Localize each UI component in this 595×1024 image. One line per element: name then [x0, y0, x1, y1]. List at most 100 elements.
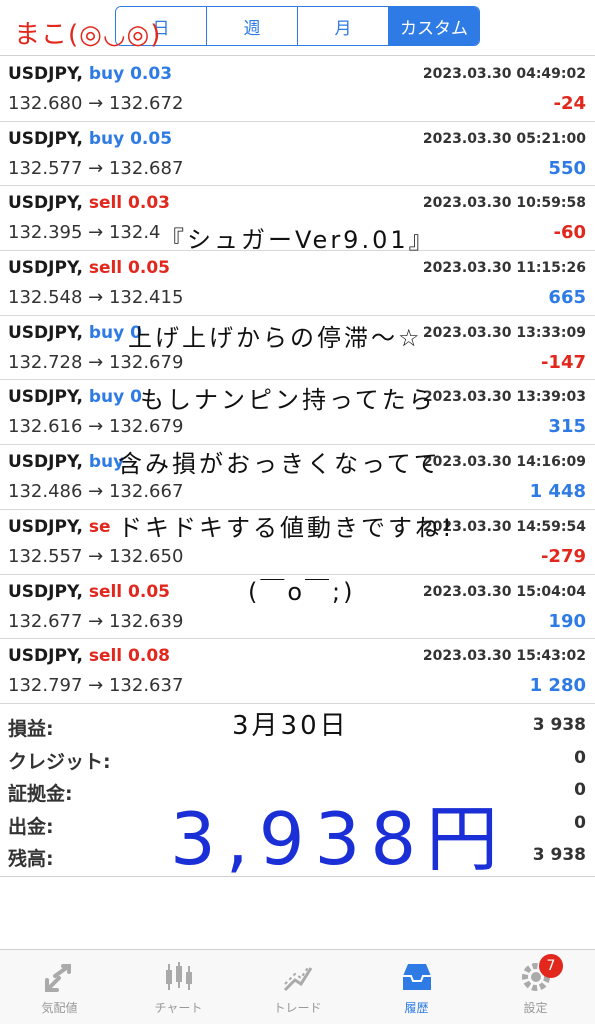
- history-icon: [402, 964, 431, 990]
- trade-row[interactable]: USDJPY, buy 0.03 2023.03.30 04:49:02 132.6…: [0, 57, 595, 122]
- tab-settings[interactable]: 設定 7: [476, 950, 595, 1024]
- summary-label: 残高:: [8, 848, 54, 870]
- trade-prices: 132.395 → 132.4: [8, 222, 161, 244]
- trade-symbol: USDJPY, sell 0.03: [8, 193, 170, 213]
- trade-time: 2023.03.30 11:15:26: [422, 260, 586, 277]
- handwritten-author: まこ(◎◡◎): [14, 20, 162, 50]
- summary-label: クレジット:: [8, 750, 111, 773]
- trade-profit: 1 280: [529, 675, 586, 697]
- handwritten-date: 3月30日: [232, 711, 349, 741]
- trade-side-lot: buy 0: [88, 387, 142, 408]
- trade-profit: 1 448: [529, 481, 586, 503]
- trade-time: 2023.03.30 05:21:00: [422, 130, 586, 147]
- trade-prices: 132.677 → 132.639: [8, 610, 184, 632]
- trade-time: 2023.03.30 14:16:09: [422, 454, 586, 471]
- trade-icon: [283, 965, 312, 992]
- symbol-name: USDJPY,: [8, 258, 83, 279]
- symbol-name: USDJPY,: [8, 64, 83, 84]
- trade-side-lot: buy 0.05: [88, 128, 173, 149]
- trade-symbol: USDJPY, sell 0.05: [8, 258, 170, 278]
- trade-time: 2023.03.30 10:59:58: [422, 195, 586, 212]
- trade-prices: 132.616 → 132.679: [8, 416, 184, 438]
- trade-profit: -279: [540, 545, 586, 567]
- symbol-name: USDJPY,: [8, 646, 83, 667]
- symbol-name: USDJPY,: [8, 452, 83, 473]
- segment-custom[interactable]: カスタム: [389, 7, 479, 45]
- notification-badge: 7: [539, 954, 563, 978]
- trade-symbol: USDJPY, buy 0: [8, 387, 142, 407]
- trade-side-lot: sell 0.05: [88, 581, 170, 602]
- tab-quotes[interactable]: 気配値: [0, 950, 119, 1024]
- summary-row: クレジット: 0: [0, 743, 595, 776]
- summary-value: 3 938: [532, 715, 586, 735]
- trade-symbol: USDJPY, buy 0.05: [8, 129, 172, 149]
- segment-week[interactable]: 週: [207, 7, 298, 45]
- trade-profit: 190: [548, 610, 586, 632]
- trade-side-lot: buy 0.03: [88, 64, 173, 84]
- symbol-name: USDJPY,: [8, 581, 83, 602]
- trade-side-lot: sell 0.03: [88, 193, 170, 214]
- tab-label: 履歴: [404, 1001, 429, 1015]
- summary-value: 0: [574, 747, 586, 768]
- trade-symbol: USDJPY, sell 0.08: [8, 646, 170, 666]
- divider: [0, 55, 595, 56]
- tab-label: トレード: [273, 1001, 322, 1015]
- trade-time: 2023.03.30 15:43:02: [422, 648, 586, 665]
- trade-symbol: USDJPY, buy 0: [8, 323, 142, 343]
- trade-row[interactable]: USDJPY, buy 0.05 2023.03.30 05:21:00 132.5…: [0, 122, 595, 187]
- handwritten-line-5: (￣o￣;): [248, 578, 356, 606]
- period-segmented-control: 日 週 月 カスタム: [115, 6, 480, 46]
- trade-profit: -147: [540, 351, 586, 373]
- tab-label: 気配値: [41, 1001, 78, 1015]
- chart-icon: [165, 962, 192, 990]
- handwritten-total: 3,938円: [170, 797, 509, 881]
- trade-symbol: USDJPY, se: [8, 517, 110, 537]
- handwritten-line-1: 上げ上げからの停滞〜☆: [128, 324, 423, 352]
- bottom-tab-bar: 気配値 チャート トレード 履歴 設定 7: [0, 949, 595, 1024]
- trade-symbol: USDJPY, sell 0.05: [8, 582, 170, 602]
- trade-side-lot: sell 0.05: [88, 258, 170, 279]
- trade-prices: 132.548 → 132.415: [8, 287, 184, 309]
- trade-profit: -24: [553, 93, 586, 114]
- tab-chart[interactable]: チャート: [119, 950, 238, 1024]
- handwritten-line-3: 含み損がおっきくなってて: [118, 450, 441, 478]
- trade-prices: 132.557 → 132.650: [8, 545, 184, 567]
- trade-side-lot: se: [88, 516, 111, 537]
- trade-row[interactable]: USDJPY, sell 0.05 2023.03.30 11:15:26 132.…: [0, 251, 595, 316]
- quotes-icon: [44, 964, 71, 992]
- handwritten-line-4: ドキドキする値動きですね!: [118, 514, 455, 542]
- trade-side-lot: sell 0.08: [88, 646, 170, 667]
- trade-prices: 132.797 → 132.637: [8, 675, 184, 697]
- trade-time: 2023.03.30 04:49:02: [422, 66, 586, 82]
- symbol-name: USDJPY,: [8, 322, 83, 343]
- trade-prices: 132.577 → 132.687: [8, 157, 184, 179]
- summary-label: 証拠金:: [8, 783, 73, 805]
- summary-label: 出金:: [8, 815, 54, 838]
- trade-time: 2023.03.30 13:39:03: [422, 389, 586, 406]
- trade-prices: 132.728 → 132.679: [8, 351, 184, 373]
- trade-profit: 665: [548, 287, 586, 309]
- segment-month[interactable]: 月: [298, 7, 389, 45]
- tab-label: 設定: [523, 1001, 548, 1015]
- trade-profit: 315: [548, 416, 586, 438]
- trade-prices: 132.680 → 132.672: [8, 93, 184, 114]
- trade-symbol: USDJPY, buy: [8, 452, 124, 472]
- symbol-name: USDJPY,: [8, 128, 83, 149]
- symbol-name: USDJPY,: [8, 516, 83, 537]
- handwritten-line-2: もしナンピン持ってたら: [140, 386, 436, 414]
- tab-trade[interactable]: トレード: [238, 950, 357, 1024]
- trade-profit: -60: [553, 222, 586, 244]
- trade-profit: 550: [548, 157, 586, 179]
- summary-value: 0: [574, 812, 586, 833]
- handwritten-title: 『シュガーVer9.01』: [160, 226, 436, 254]
- trade-row[interactable]: USDJPY, sell 0.08 2023.03.30 15:43:02 132.…: [0, 639, 595, 704]
- trade-time: 2023.03.30 15:04:04: [422, 583, 586, 600]
- trade-prices: 132.486 → 132.667: [8, 481, 184, 503]
- symbol-name: USDJPY,: [8, 193, 83, 214]
- trade-time: 2023.03.30 13:33:09: [422, 324, 586, 341]
- summary-label: 損益:: [8, 718, 54, 740]
- tab-label: チャート: [154, 1001, 203, 1015]
- summary-value: 3 938: [532, 845, 586, 865]
- trade-symbol: USDJPY, buy 0.03: [8, 64, 172, 84]
- tab-history[interactable]: 履歴: [357, 950, 476, 1024]
